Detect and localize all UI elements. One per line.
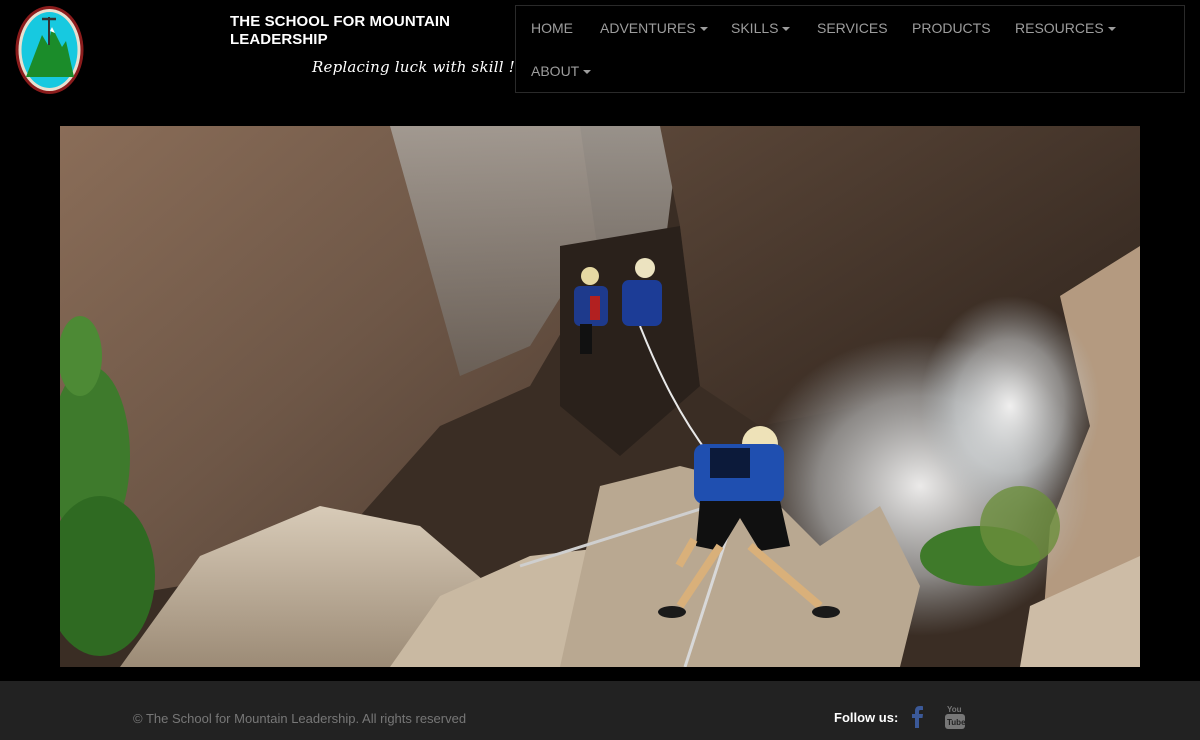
page: THE SCHOOL FOR MOUNTAIN LEADERSHIP Repla… — [0, 0, 1200, 740]
nav-services[interactable]: SERVICES — [817, 20, 888, 36]
caret-down-icon — [782, 27, 791, 32]
brand: THE SCHOOL FOR MOUNTAIN LEADERSHIP Repla… — [230, 13, 515, 76]
nav-products-label: PRODUCTS — [912, 20, 991, 36]
brand-title[interactable]: THE SCHOOL FOR MOUNTAIN LEADERSHIP — [230, 13, 500, 49]
brand-tagline: Replacing luck with skill ! — [312, 58, 515, 76]
follow-us-label: Follow us: — [834, 710, 899, 725]
caret-down-icon — [583, 70, 592, 75]
nav-about-label: ABOUT — [531, 63, 580, 79]
caret-down-icon — [699, 27, 708, 32]
site-logo[interactable] — [14, 5, 85, 95]
nav-skills-label: SKILLS — [731, 20, 779, 36]
caret-down-icon — [1107, 27, 1116, 32]
hero-image — [60, 126, 1140, 667]
facebook-icon[interactable] — [908, 704, 928, 730]
svg-text:You: You — [947, 705, 962, 714]
nav-resources-label: RESOURCES — [1015, 20, 1104, 36]
footer: © The School for Mountain Leadership. Al… — [0, 681, 1200, 740]
youtube-icon[interactable]: You Tube — [944, 703, 966, 731]
nav-about[interactable]: ABOUT — [531, 63, 592, 79]
nav-skills[interactable]: SKILLS — [731, 20, 791, 36]
nav-services-label: SERVICES — [817, 20, 888, 36]
nav-home[interactable]: HOME — [531, 20, 573, 36]
nav-adventures-label: ADVENTURES — [600, 20, 696, 36]
nav-home-label: HOME — [531, 20, 573, 36]
svg-text:Tube: Tube — [947, 718, 966, 727]
main-nav: HOME ADVENTURES SKILLS SERVICES PRODUCTS… — [515, 5, 1185, 93]
nav-adventures[interactable]: ADVENTURES — [600, 20, 708, 36]
nav-resources[interactable]: RESOURCES — [1015, 20, 1116, 36]
copyright-text: © The School for Mountain Leadership. Al… — [133, 711, 467, 726]
nav-products[interactable]: PRODUCTS — [912, 20, 991, 36]
